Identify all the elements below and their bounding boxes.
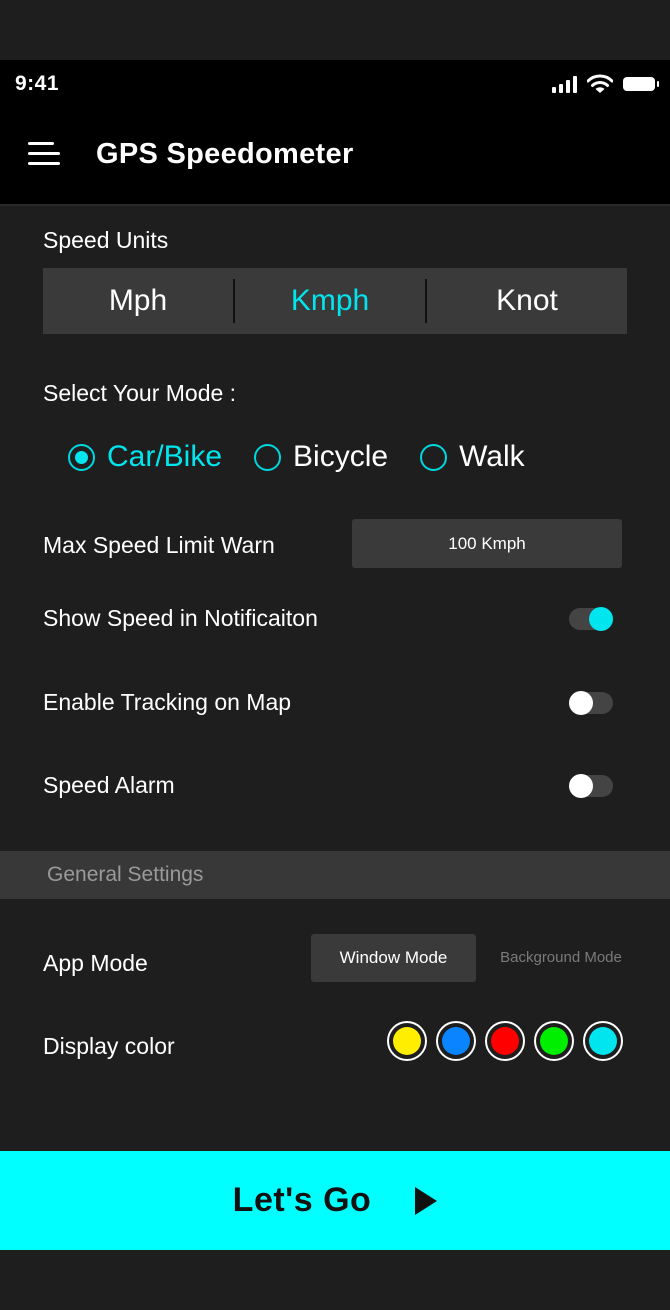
radio-checked-icon xyxy=(68,443,95,471)
toggle-knob xyxy=(569,774,593,798)
wifi-icon xyxy=(587,74,613,93)
speed-units-label: Speed Units xyxy=(43,227,169,253)
color-swatch-cyan[interactable] xyxy=(583,1021,623,1061)
status-icons xyxy=(552,74,659,94)
app-title: GPS Speedometer xyxy=(96,138,354,170)
mode-label: Select Your Mode : xyxy=(43,380,237,406)
toggle-knob xyxy=(569,691,593,715)
speed-alarm-toggle[interactable] xyxy=(569,774,613,798)
status-bar: 9:41 xyxy=(0,60,670,108)
radio-unchecked-icon xyxy=(254,443,282,471)
hamburger-menu-icon[interactable] xyxy=(28,140,60,168)
status-time: 9:41 xyxy=(15,72,60,95)
display-color-label: Display color xyxy=(43,1033,175,1059)
bottom-band xyxy=(0,1250,670,1310)
background-mode-button[interactable]: Background Mode xyxy=(488,934,634,982)
battery-icon xyxy=(623,77,659,91)
unit-option-mph[interactable]: Mph xyxy=(43,284,233,318)
mode-radio-car-bike[interactable]: Car/Bike xyxy=(68,440,222,474)
max-speed-label: Max Speed Limit Warn xyxy=(43,532,275,558)
speed-alarm-label: Speed Alarm xyxy=(43,772,175,798)
color-swatch-green[interactable] xyxy=(534,1021,574,1061)
tracking-toggle-label: Enable Tracking on Map xyxy=(43,689,292,715)
radio-unchecked-icon xyxy=(420,443,448,471)
lets-go-label: Let's Go xyxy=(232,1181,372,1219)
unit-option-knot[interactable]: Knot xyxy=(427,284,627,318)
play-icon xyxy=(415,1186,438,1215)
window-mode-button[interactable]: Window Mode xyxy=(311,934,476,982)
color-swatch-yellow[interactable] xyxy=(387,1021,427,1061)
mode-option-label: Bicycle xyxy=(293,440,389,473)
color-swatches xyxy=(387,1021,623,1061)
app-bar: GPS Speedometer xyxy=(0,108,670,206)
signal-icon xyxy=(552,75,577,93)
mode-radio-group: Car/Bike Bicycle Walk xyxy=(68,440,557,474)
toggle-knob xyxy=(589,607,613,631)
app-mode-label: App Mode xyxy=(43,950,148,976)
mode-option-label: Car/Bike xyxy=(107,440,223,473)
mode-radio-walk[interactable]: Walk xyxy=(420,440,525,474)
notification-toggle-label: Show Speed in Notificaiton xyxy=(43,605,318,631)
unit-option-kmph[interactable]: Kmph xyxy=(235,284,425,318)
top-band xyxy=(0,0,670,60)
color-swatch-red[interactable] xyxy=(485,1021,525,1061)
tracking-toggle[interactable] xyxy=(569,691,613,715)
speed-units-segmented-control: Mph Kmph Knot xyxy=(43,268,627,334)
notification-toggle[interactable] xyxy=(569,607,613,631)
mode-option-label: Walk xyxy=(459,440,525,473)
color-swatch-blue[interactable] xyxy=(436,1021,476,1061)
general-settings-title: General Settings xyxy=(47,863,204,886)
lets-go-button[interactable]: Let's Go xyxy=(0,1151,670,1250)
max-speed-input[interactable]: 100 Kmph xyxy=(352,519,622,568)
mode-radio-bicycle[interactable]: Bicycle xyxy=(254,440,388,474)
general-settings-header: General Settings xyxy=(0,851,670,899)
